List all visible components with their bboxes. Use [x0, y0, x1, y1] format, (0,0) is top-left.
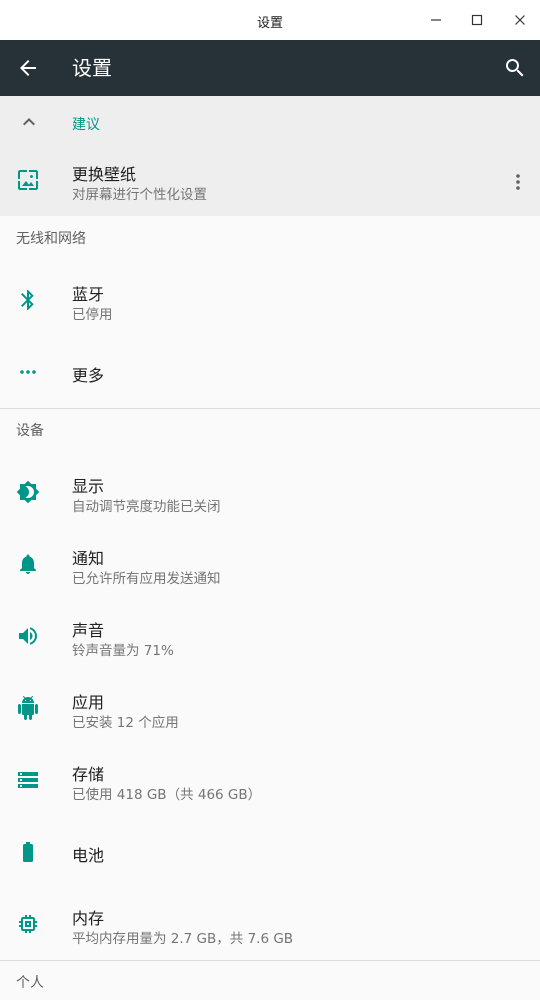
maximize-icon [471, 14, 483, 26]
category-personal: 个人 [16, 975, 44, 991]
item-title: 蓝牙 [72, 285, 105, 304]
more-options-button[interactable] [506, 170, 530, 194]
item-title: 应用 [72, 693, 105, 712]
wallpaper-icon [16, 168, 40, 192]
settings-item-display[interactable]: 显示 自动调节亮度功能已关闭 [0, 456, 540, 528]
item-summary: 铃声音量为 71% [72, 643, 174, 659]
more-horiz-icon [16, 360, 40, 384]
settings-item-battery[interactable]: 电池 [0, 816, 540, 888]
close-icon [515, 15, 525, 25]
minimize-icon [431, 19, 441, 21]
item-title: 声音 [72, 621, 105, 640]
page-title: 设置 [72, 56, 112, 80]
settings-item-notifications[interactable]: 通知 已允许所有应用发送通知 [0, 528, 540, 600]
section-divider [0, 960, 540, 961]
item-title: 通知 [72, 549, 105, 568]
category-wireless: 无线和网络 [16, 231, 86, 247]
item-title: 内存 [72, 909, 105, 928]
item-title: 存储 [72, 765, 105, 784]
more-vert-icon [516, 174, 520, 190]
item-title: 更多 [72, 366, 105, 385]
window-titlebar: 设置 [0, 0, 540, 40]
back-button[interactable] [16, 56, 40, 80]
storage-icon [16, 768, 40, 792]
item-summary: 已安装 12 个应用 [72, 715, 179, 731]
search-icon [506, 59, 524, 77]
item-summary: 已允许所有应用发送通知 [72, 571, 221, 587]
memory-icon [16, 912, 40, 936]
app-toolbar: 设置 [0, 40, 540, 96]
settings-item-more[interactable]: 更多 [0, 336, 540, 408]
brightness-icon [16, 480, 40, 504]
settings-item-storage[interactable]: 存储 已使用 418 GB（共 466 GB） [0, 744, 540, 816]
settings-item-memory[interactable]: 内存 平均内存用量为 2.7 GB，共 7.6 GB [0, 888, 540, 960]
chevron-up-icon [17, 110, 41, 134]
android-icon [16, 696, 40, 720]
bell-icon [16, 552, 40, 576]
item-title: 显示 [72, 477, 105, 496]
item-summary: 已停用 [72, 307, 113, 323]
suggestions-header[interactable]: 建议 [0, 96, 540, 148]
item-title: 电池 [72, 846, 105, 865]
arrow-back-icon [20, 60, 36, 76]
bluetooth-icon [16, 288, 40, 312]
maximize-button[interactable] [467, 10, 487, 30]
suggestions-panel: 建议 更换壁纸 对屏幕进行个性化设置 [0, 96, 540, 216]
settings-item-bluetooth[interactable]: 蓝牙 已停用 [0, 264, 540, 336]
suggestion-title: 更换壁纸 [72, 165, 137, 184]
window-title: 设置 [256, 16, 283, 31]
volume-icon [16, 624, 40, 648]
section-divider [0, 408, 540, 409]
battery-icon [16, 840, 40, 864]
minimize-button[interactable] [426, 10, 446, 30]
category-device: 设备 [16, 423, 44, 439]
item-summary: 平均内存用量为 2.7 GB，共 7.6 GB [72, 931, 294, 947]
item-summary: 已使用 418 GB（共 466 GB） [72, 787, 262, 803]
suggestion-item-wallpaper[interactable]: 更换壁纸 对屏幕进行个性化设置 [0, 148, 540, 216]
close-button[interactable] [510, 10, 530, 30]
item-summary: 自动调节亮度功能已关闭 [72, 499, 221, 515]
suggestions-label: 建议 [72, 117, 100, 133]
settings-item-apps[interactable]: 应用 已安装 12 个应用 [0, 672, 540, 744]
settings-item-sound[interactable]: 声音 铃声音量为 71% [0, 600, 540, 672]
suggestion-summary: 对屏幕进行个性化设置 [72, 187, 207, 203]
search-button[interactable] [503, 56, 527, 80]
